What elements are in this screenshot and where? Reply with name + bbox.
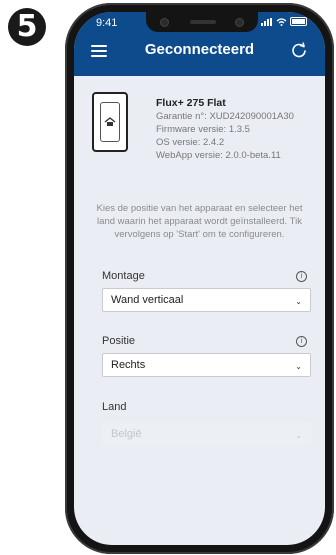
chevron-down-icon: ⌄ <box>295 297 302 306</box>
refresh-icon[interactable] <box>290 42 308 60</box>
montage-info-icon[interactable]: i <box>296 271 307 282</box>
device-image <box>92 92 128 152</box>
status-time: 9:41 <box>96 17 118 29</box>
device-warranty: Garantie n°: XUD242090001A30 <box>156 111 294 122</box>
house-icon <box>104 117 116 126</box>
phone-frame: 9:41 Geconnecteerd Flux+ 275 Flat Garant… <box>65 3 334 554</box>
device-name: Flux+ 275 Flat <box>156 97 226 109</box>
status-icons <box>261 17 307 26</box>
land-select[interactable]: België ⌄ <box>102 422 311 446</box>
speaker-icon <box>190 20 216 24</box>
signal-icon <box>261 17 273 26</box>
montage-label: Montage <box>102 270 145 282</box>
montage-value: Wand verticaal <box>111 294 184 306</box>
positie-value: Rechts <box>111 359 146 371</box>
page-title: Geconnecteerd <box>144 41 255 58</box>
chevron-down-icon: ⌄ <box>295 431 302 440</box>
device-os: OS versie: 2.4.2 <box>156 137 225 148</box>
device-info: Flux+ 275 Flat Garantie n°: XUD242090001… <box>156 97 321 162</box>
device-webapp: WebApp versie: 2.0.0-beta.11 <box>156 150 281 161</box>
land-label: Land <box>102 401 127 413</box>
step-number-badge: 5 <box>8 8 46 46</box>
montage-select[interactable]: Wand verticaal ⌄ <box>102 288 311 312</box>
camera-icon <box>160 18 169 27</box>
wifi-icon <box>276 17 287 26</box>
intro-text: Kies de positie van het apparaat en sele… <box>96 203 303 240</box>
phone-notch <box>146 12 258 32</box>
land-value: België <box>111 428 142 440</box>
chevron-down-icon: ⌄ <box>295 362 302 371</box>
positie-info-icon[interactable]: i <box>296 336 307 347</box>
sensor-icon <box>235 18 244 27</box>
app-header: 9:41 Geconnecteerd <box>74 12 325 76</box>
positie-label: Positie <box>102 335 136 347</box>
device-firmware: Firmware versie: 1.3.5 <box>156 124 250 135</box>
phone-screen: 9:41 Geconnecteerd Flux+ 275 Flat Garant… <box>74 12 325 545</box>
positie-select[interactable]: Rechts ⌄ <box>102 353 311 377</box>
battery-icon <box>290 17 307 26</box>
